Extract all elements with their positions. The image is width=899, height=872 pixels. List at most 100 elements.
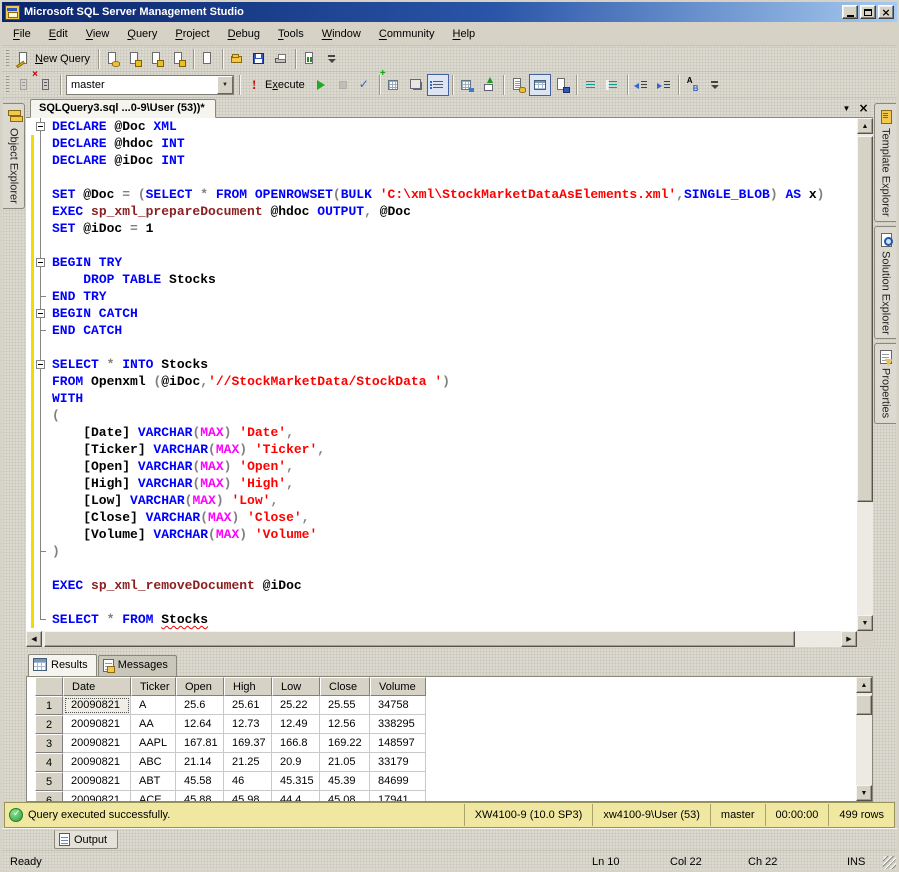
scrollbar-thumb[interactable] <box>856 695 872 715</box>
results-to-text-button[interactable] <box>507 74 529 96</box>
scroll-right-button[interactable]: ▶ <box>841 631 857 647</box>
menu-view[interactable]: View <box>77 24 119 44</box>
code-line[interactable]: DROP TABLE Stocks <box>26 271 857 288</box>
grid-cell[interactable]: 148597 <box>370 734 426 753</box>
editor-vertical-scrollbar[interactable]: ▲ ▼ <box>857 118 873 631</box>
code-line[interactable]: [Close] VARCHAR(MAX) 'Close', <box>26 509 857 526</box>
scroll-up-button[interactable]: ▲ <box>857 118 873 134</box>
uncomment-button[interactable] <box>602 74 624 96</box>
menu-community[interactable]: Community <box>370 24 444 44</box>
document-tab[interactable]: SQLQuery3.sql ...0-9\User (53))* <box>30 99 216 118</box>
menu-tools[interactable]: Tools <box>269 24 313 44</box>
collapse-box[interactable] <box>36 122 45 131</box>
code-line[interactable]: END TRY <box>26 288 857 305</box>
scrollbar-thumb[interactable] <box>857 136 873 502</box>
scrollbar-thumb[interactable] <box>44 631 795 647</box>
grid-row-header[interactable]: 4 <box>35 753 63 772</box>
menu-file[interactable]: File <box>4 24 40 44</box>
grid-cell[interactable]: 25.6 <box>176 696 224 715</box>
sidebar-tab-object-explorer[interactable]: Object Explorer <box>3 103 25 209</box>
activity-monitor-button[interactable] <box>299 48 321 70</box>
grid-row-header[interactable]: 2 <box>35 715 63 734</box>
menu-debug[interactable]: Debug <box>219 24 269 44</box>
code-line[interactable]: [Low] VARCHAR(MAX) 'Low', <box>26 492 857 509</box>
grid-cell[interactable]: 44.4 <box>272 791 320 802</box>
grid-cell[interactable]: 45.315 <box>272 772 320 791</box>
grid-cell[interactable]: 167.81 <box>176 734 224 753</box>
code-line[interactable] <box>26 169 857 186</box>
grid-row-header[interactable]: 5 <box>35 772 63 791</box>
grid-cell[interactable]: 45.58 <box>176 772 224 791</box>
code-line[interactable]: [High] VARCHAR(MAX) 'High', <box>26 475 857 492</box>
grid-cell[interactable]: ACE <box>131 791 176 802</box>
query-options-button[interactable] <box>405 74 427 96</box>
sidebar-tab-template-explorer[interactable]: Template Explorer <box>874 103 896 222</box>
close-button[interactable]: × <box>878 5 894 19</box>
minimize-button[interactable] <box>842 5 858 19</box>
scroll-down-button[interactable]: ▼ <box>856 785 872 801</box>
menu-edit[interactable]: Edit <box>40 24 77 44</box>
grid-cell[interactable]: 45.39 <box>320 772 370 791</box>
grid-cell[interactable]: 12.73 <box>224 715 272 734</box>
menu-query[interactable]: Query <box>118 24 166 44</box>
code-line[interactable] <box>26 560 857 577</box>
dmx-query-button[interactable] <box>146 48 168 70</box>
maximize-button[interactable] <box>860 5 876 19</box>
menu-help[interactable]: Help <box>444 24 485 44</box>
template-parameters-button[interactable] <box>682 74 704 96</box>
grid-cell[interactable]: 20090821 <box>63 734 131 753</box>
results-to-grid-button[interactable] <box>529 74 551 96</box>
grid-cell[interactable]: AA <box>131 715 176 734</box>
grid-cell[interactable]: 20090821 <box>63 696 131 715</box>
open-file-button[interactable] <box>226 48 248 70</box>
sidebar-tab-solution-explorer[interactable]: Solution Explorer <box>874 226 896 340</box>
grid-cell[interactable]: 84699 <box>370 772 426 791</box>
grid-cell[interactable]: 20090821 <box>63 753 131 772</box>
toolbar-grip[interactable] <box>6 50 9 68</box>
code-line[interactable]: ( <box>26 407 857 424</box>
print-button[interactable] <box>270 48 292 70</box>
parse-button[interactable] <box>354 74 376 96</box>
collapse-box[interactable] <box>36 360 45 369</box>
code-line[interactable]: WITH <box>26 390 857 407</box>
client-statistics-button[interactable] <box>478 74 500 96</box>
available-databases-combobox[interactable]: master▼ <box>66 75 234 95</box>
actual-execution-plan-button[interactable] <box>456 74 478 96</box>
grid-cell[interactable]: 169.37 <box>224 734 272 753</box>
code-line[interactable]: DECLARE @Doc XML <box>26 118 857 135</box>
grid-corner-cell[interactable] <box>35 677 63 696</box>
code-line[interactable]: SELECT * FROM Stocks <box>26 611 857 628</box>
grid-vertical-scrollbar[interactable]: ▲ ▼ <box>856 677 872 801</box>
grid-cell[interactable]: 21.14 <box>176 753 224 772</box>
results-to-file-button[interactable] <box>551 74 573 96</box>
collapse-box[interactable] <box>36 309 45 318</box>
code-line[interactable]: [Open] VARCHAR(MAX) 'Open', <box>26 458 857 475</box>
scroll-left-button[interactable]: ◀ <box>26 631 42 647</box>
code-line[interactable]: [Ticker] VARCHAR(MAX) 'Ticker', <box>26 441 857 458</box>
grid-cell[interactable]: 12.56 <box>320 715 370 734</box>
code-line[interactable]: EXEC sp_xml_prepareDocument @hdoc OUTPUT… <box>26 203 857 220</box>
code-line[interactable]: SET @iDoc = 1 <box>26 220 857 237</box>
code-line[interactable]: DECLARE @iDoc INT <box>26 152 857 169</box>
decrease-indent-button[interactable] <box>631 74 653 96</box>
menu-project[interactable]: Project <box>166 24 218 44</box>
grid-cell[interactable]: 21.05 <box>320 753 370 772</box>
grid-cell[interactable]: 20090821 <box>63 791 131 802</box>
toolbar-overflow-button[interactable] <box>704 74 726 96</box>
grid-cell[interactable]: 20090821 <box>63 715 131 734</box>
code-line[interactable] <box>26 339 857 356</box>
tab-list-dropdown-button[interactable]: ▼ <box>839 101 854 115</box>
grid-column-header[interactable]: Close <box>320 677 370 696</box>
grid-cell[interactable]: ABC <box>131 753 176 772</box>
grid-cell[interactable]: 20.9 <box>272 753 320 772</box>
code-line[interactable]: BEGIN CATCH <box>26 305 857 322</box>
intellisense-enabled-button[interactable] <box>427 74 449 96</box>
code-line[interactable]: SET @Doc = (SELECT * FROM OPENROWSET(BUL… <box>26 186 857 203</box>
grid-cell[interactable]: 338295 <box>370 715 426 734</box>
save-button[interactable] <box>248 48 270 70</box>
new-file-button[interactable] <box>197 48 219 70</box>
new-query-button[interactable]: New Query <box>13 48 95 70</box>
toolbar-overflow-button[interactable] <box>321 48 343 70</box>
xmla-query-button[interactable] <box>168 48 190 70</box>
increase-indent-button[interactable] <box>653 74 675 96</box>
